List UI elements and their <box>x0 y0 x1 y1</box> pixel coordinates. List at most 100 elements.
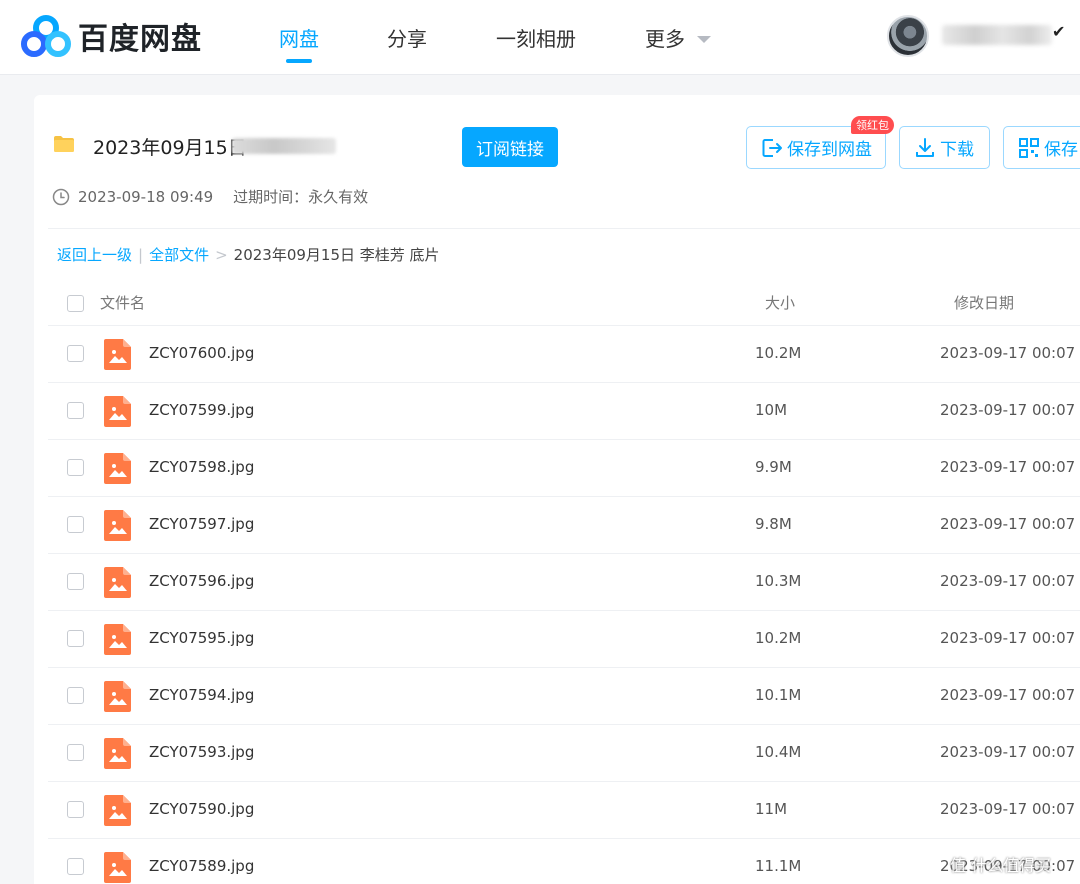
breadcrumb-all-files[interactable]: 全部文件 <box>149 244 209 265</box>
nav-tab-share[interactable]: 分享 <box>387 0 427 75</box>
folder-icon <box>54 136 74 152</box>
share-meta: 2023-09-18 09:49 过期时间：永久有效 <box>52 186 368 207</box>
subscribe-link-button[interactable]: 订阅链接 <box>462 127 558 167</box>
file-name[interactable]: ZCY07595.jpg <box>149 629 254 647</box>
nav-tab-label: 更多 <box>645 27 685 51</box>
image-file-icon <box>104 339 131 370</box>
file-name[interactable]: ZCY07598.jpg <box>149 458 254 476</box>
row-checkbox[interactable] <box>67 345 84 362</box>
table-row[interactable]: ZCY07597.jpg 9.8M 2023-09-17 00:07 <box>48 496 1080 553</box>
watermark: 值 什么值得买 <box>950 856 1052 875</box>
file-name[interactable]: ZCY07589.jpg <box>149 857 254 875</box>
file-modified-date: 2023-09-17 00:07 <box>940 344 1076 362</box>
share-created-time: 2023-09-18 09:49 <box>78 187 214 206</box>
checkmark-icon: ✔ <box>1052 22 1066 41</box>
file-size: 10.2M <box>755 344 802 362</box>
nav-tab-album[interactable]: 一刻相册 <box>496 0 576 75</box>
column-header-date[interactable]: 修改日期 <box>954 292 1014 313</box>
avatar[interactable] <box>887 15 929 57</box>
row-checkbox[interactable] <box>67 630 84 647</box>
file-modified-date: 2023-09-17 00:07 <box>940 686 1076 704</box>
file-modified-date: 2023-09-17 00:07 <box>940 572 1076 590</box>
image-file-icon <box>104 453 131 484</box>
breadcrumb-separator: | <box>138 245 144 264</box>
table-row[interactable]: ZCY07590.jpg 11M 2023-09-17 00:07 <box>48 781 1080 838</box>
image-file-icon <box>104 510 131 541</box>
file-name[interactable]: ZCY07600.jpg <box>149 344 254 362</box>
file-size: 11.1M <box>755 857 802 875</box>
download-icon <box>916 137 934 157</box>
file-name[interactable]: ZCY07597.jpg <box>149 515 254 533</box>
chevron-down-icon <box>697 36 711 43</box>
nav-tab-label: 分享 <box>387 27 427 51</box>
nav-tab-more[interactable]: 更多 <box>645 0 711 75</box>
row-checkbox[interactable] <box>67 858 84 875</box>
row-checkbox[interactable] <box>67 801 84 818</box>
download-button-label: 下载 <box>940 140 974 160</box>
image-file-icon <box>104 852 131 883</box>
clock-icon <box>52 188 70 205</box>
app-name: 百度网盘 <box>78 22 202 57</box>
file-name[interactable]: ZCY07594.jpg <box>149 686 254 704</box>
breadcrumb-separator: > <box>215 245 228 264</box>
file-modified-date: 2023-09-17 00:07 <box>940 458 1076 476</box>
file-modified-date: 2023-09-17 00:07 <box>940 401 1076 419</box>
share-title: 2023年09月15日 <box>93 137 247 159</box>
table-row[interactable]: ZCY07600.jpg 10.2M 2023-09-17 00:07 <box>48 325 1080 382</box>
expire-time: 过期时间：永久有效 <box>233 188 369 206</box>
divider <box>48 228 1080 229</box>
file-name[interactable]: ZCY07599.jpg <box>149 401 254 419</box>
top-navigation-bar: 百度网盘 网盘 分享 一刻相册 更多 ✔ <box>0 0 1080 75</box>
file-modified-date: 2023-09-17 00:07 <box>940 743 1076 761</box>
breadcrumb: 返回上一级 | 全部文件 > 2023年09月15日 李桂芳 底片 <box>57 244 440 265</box>
file-modified-date: 2023-09-17 00:07 <box>940 800 1076 818</box>
table-row[interactable]: ZCY07598.jpg 9.9M 2023-09-17 00:07 <box>48 439 1080 496</box>
row-checkbox[interactable] <box>67 573 84 590</box>
breadcrumb-current: 2023年09月15日 李桂芳 底片 <box>233 246 440 264</box>
column-header-size[interactable]: 大小 <box>765 292 795 313</box>
row-checkbox[interactable] <box>67 516 84 533</box>
file-size: 10.2M <box>755 629 802 647</box>
image-file-icon <box>104 624 131 655</box>
file-name[interactable]: ZCY07593.jpg <box>149 743 254 761</box>
save2-button-label: 保存 <box>1044 140 1078 160</box>
red-packet-badge[interactable]: 领红包 <box>851 116 894 134</box>
table-row[interactable]: ZCY07599.jpg 10M 2023-09-17 00:07 <box>48 382 1080 439</box>
breadcrumb-back[interactable]: 返回上一级 <box>57 244 132 265</box>
nav-tab-label: 一刻相册 <box>496 27 576 51</box>
file-size: 10.1M <box>755 686 802 704</box>
table-row[interactable]: ZCY07593.jpg 10.4M 2023-09-17 00:07 <box>48 724 1080 781</box>
file-size: 11M <box>755 800 788 818</box>
file-size: 9.8M <box>755 515 792 533</box>
file-size: 9.9M <box>755 458 792 476</box>
select-all-checkbox[interactable] <box>67 295 84 312</box>
table-row[interactable]: ZCY07595.jpg 10.2M 2023-09-17 00:07 <box>48 610 1080 667</box>
nav-tab-netdisk[interactable]: 网盘 <box>279 0 319 75</box>
username-redacted[interactable] <box>942 25 1052 45</box>
share-title-redacted <box>232 138 336 154</box>
image-file-icon <box>104 396 131 427</box>
table-row[interactable]: ZCY07594.jpg 10.1M 2023-09-17 00:07 <box>48 667 1080 724</box>
file-name[interactable]: ZCY07590.jpg <box>149 800 254 818</box>
row-checkbox[interactable] <box>67 687 84 704</box>
row-checkbox[interactable] <box>67 459 84 476</box>
logo[interactable]: 百度网盘 <box>20 14 202 58</box>
image-file-icon <box>104 738 131 769</box>
save-to-phone-button[interactable]: 保存 <box>1003 126 1080 169</box>
file-size: 10.4M <box>755 743 802 761</box>
column-header-name[interactable]: 文件名 <box>100 292 145 313</box>
image-file-icon <box>104 567 131 598</box>
table-row[interactable]: ZCY07589.jpg 11.1M 2023-09-17 00:07 <box>48 838 1080 884</box>
active-tab-indicator <box>286 59 312 63</box>
image-file-icon <box>104 795 131 826</box>
row-checkbox[interactable] <box>67 744 84 761</box>
save-icon <box>762 138 782 157</box>
file-modified-date: 2023-09-17 00:07 <box>940 629 1076 647</box>
file-size: 10M <box>755 401 788 419</box>
file-name[interactable]: ZCY07596.jpg <box>149 572 254 590</box>
image-file-icon <box>104 681 131 712</box>
download-button[interactable]: 下载 <box>899 126 990 169</box>
qr-code-icon <box>1019 137 1039 158</box>
row-checkbox[interactable] <box>67 402 84 419</box>
table-row[interactable]: ZCY07596.jpg 10.3M 2023-09-17 00:07 <box>48 553 1080 610</box>
